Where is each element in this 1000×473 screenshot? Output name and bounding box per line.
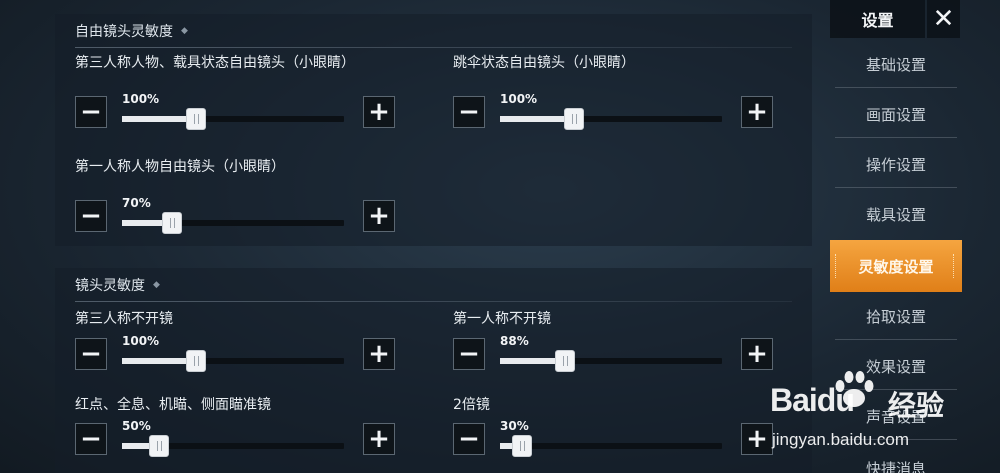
nav-item-label: 画面设置 xyxy=(865,105,926,124)
decrease-button[interactable]: − xyxy=(453,338,485,370)
slider-thumb[interactable] xyxy=(564,108,585,130)
slider-value: 100% xyxy=(122,334,160,348)
decrease-button[interactable]: − xyxy=(453,423,485,455)
close-icon[interactable]: ✕ xyxy=(927,0,960,38)
nav-item-graphics[interactable]: 画面设置 xyxy=(835,90,957,138)
slider-control: − 70% + xyxy=(75,196,395,234)
diamond-icon: ◆ xyxy=(181,26,188,36)
slider-value: 70% xyxy=(122,196,151,210)
watermark-text: 经验 xyxy=(888,389,945,422)
slider-thumb[interactable] xyxy=(512,435,533,457)
nav-item-label: 操作设置 xyxy=(865,155,926,174)
slider-control: − 100% + xyxy=(75,334,395,372)
section-header: 自由镜头灵敏度 ◆ xyxy=(75,14,188,48)
increase-button[interactable]: + xyxy=(363,423,395,455)
nav-item-basic[interactable]: 基础设置 xyxy=(835,40,957,88)
slider-track[interactable] xyxy=(122,212,344,234)
slider-track[interactable] xyxy=(500,350,722,372)
slider-track[interactable] xyxy=(122,435,344,457)
increase-button[interactable]: + xyxy=(741,96,773,128)
slider-fill xyxy=(500,116,575,122)
section-divider xyxy=(75,301,792,302)
nav-item-label: 基础设置 xyxy=(865,55,926,74)
slider-control: − 50% + xyxy=(75,419,395,457)
settings-content: 自由镜头灵敏度 ◆ 第三人称人物、载具状态自由镜头（小眼睛） − 100% + … xyxy=(55,0,812,473)
slider-thumb[interactable] xyxy=(186,350,207,372)
camera-sensitivity-section: 镜头灵敏度 ◆ 第三人称不开镜 − 100% + 第一人称不开镜 − 88% +… xyxy=(55,268,812,473)
slider-thumb[interactable] xyxy=(161,212,182,234)
panel-title: 设置 xyxy=(830,0,925,38)
slider-value: 50% xyxy=(122,419,151,433)
increase-button[interactable]: + xyxy=(363,338,395,370)
decrease-button[interactable]: − xyxy=(453,96,485,128)
paw-icon xyxy=(835,371,874,407)
nav-divider xyxy=(835,87,957,88)
slider-control: − 88% + xyxy=(453,334,773,372)
decrease-button[interactable]: − xyxy=(75,200,107,232)
slider-track[interactable] xyxy=(122,108,344,130)
nav-item-label: 拾取设置 xyxy=(865,307,926,326)
decrease-button[interactable]: − xyxy=(75,96,107,128)
slider-thumb[interactable] xyxy=(555,350,576,372)
increase-button[interactable]: + xyxy=(363,200,395,232)
slider-track[interactable] xyxy=(500,435,722,457)
slider-control: − 30% + xyxy=(453,419,773,457)
slider-value: 100% xyxy=(500,92,538,106)
baidu-jingyan-watermark: Baidu 经验 jingyan.baidu.com xyxy=(770,368,1000,473)
section-title: 自由镜头灵敏度 xyxy=(75,24,173,40)
decrease-button[interactable]: − xyxy=(75,338,107,370)
slider-control: − 100% + xyxy=(453,92,773,130)
slider-track[interactable] xyxy=(500,108,722,130)
nav-divider xyxy=(835,187,957,188)
setting-label: 第三人称不开镜 xyxy=(75,311,173,327)
slider-thumb[interactable] xyxy=(186,108,207,130)
setting-label: 第三人称人物、载具状态自由镜头（小眼睛） xyxy=(75,55,355,71)
nav-item-sensitivity[interactable]: 灵敏度设置 xyxy=(830,240,962,292)
nav-item-pickup[interactable]: 拾取设置 xyxy=(835,292,957,340)
slider-control: − 100% + xyxy=(75,92,395,130)
setting-label: 红点、全息、机瞄、侧面瞄准镜 xyxy=(75,397,271,413)
slider-track[interactable] xyxy=(122,350,344,372)
nav-item-label: 载具设置 xyxy=(865,205,926,224)
watermark-logo-text: Bai xyxy=(770,382,818,418)
section-divider xyxy=(75,47,792,48)
setting-label: 第一人称人物自由镜头（小眼睛） xyxy=(75,159,285,175)
free-look-sensitivity-section: 自由镜头灵敏度 ◆ 第三人称人物、载具状态自由镜头（小眼睛） − 100% + … xyxy=(55,14,812,246)
nav-divider xyxy=(835,137,957,138)
setting-label: 跳伞状态自由镜头（小眼睛） xyxy=(453,55,635,71)
nav-item-vehicle[interactable]: 载具设置 xyxy=(835,190,957,238)
nav-item-label: 灵敏度设置 xyxy=(858,257,934,276)
slider-value: 88% xyxy=(500,334,529,348)
increase-button[interactable]: + xyxy=(741,423,773,455)
watermark-url: jingyan.baidu.com xyxy=(772,430,910,449)
setting-label: 第一人称不开镜 xyxy=(453,311,551,327)
slider-fill xyxy=(122,116,197,122)
diamond-icon: ◆ xyxy=(153,280,160,290)
increase-button[interactable]: + xyxy=(741,338,773,370)
section-title: 镜头灵敏度 xyxy=(75,278,145,294)
increase-button[interactable]: + xyxy=(363,96,395,128)
slider-fill xyxy=(122,358,197,364)
nav-divider xyxy=(835,339,957,340)
decrease-button[interactable]: − xyxy=(75,423,107,455)
slider-value: 100% xyxy=(122,92,160,106)
nav-item-controls[interactable]: 操作设置 xyxy=(835,140,957,188)
section-header: 镜头灵敏度 ◆ xyxy=(75,268,160,302)
slider-value: 30% xyxy=(500,419,529,433)
slider-thumb[interactable] xyxy=(148,435,169,457)
setting-label: 2倍镜 xyxy=(453,397,490,413)
